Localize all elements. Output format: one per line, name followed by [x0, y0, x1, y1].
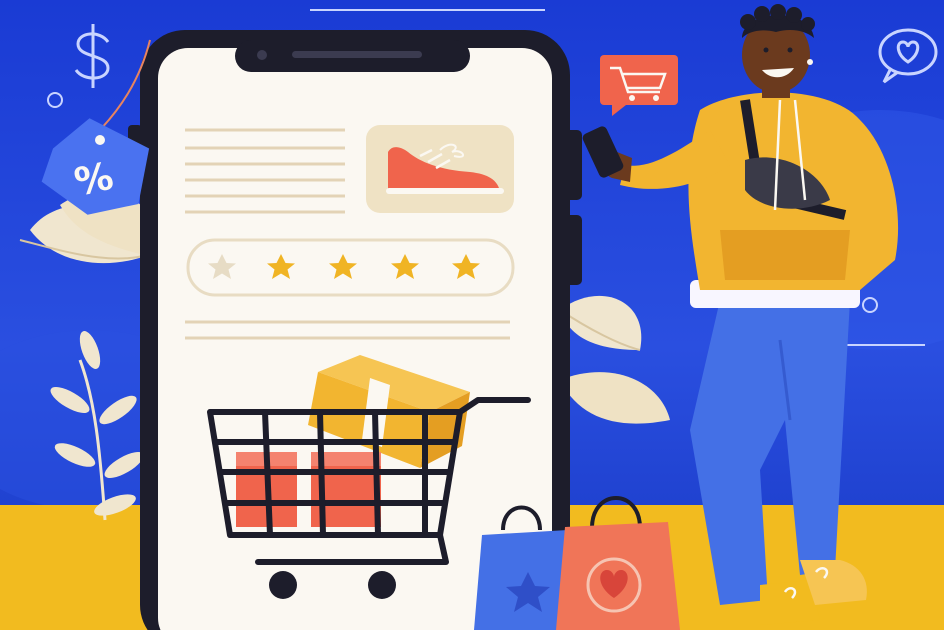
cart-wheel	[269, 571, 297, 599]
cart-wheel	[368, 571, 396, 599]
shopping-illustration: %	[0, 0, 944, 630]
product-card	[366, 125, 514, 213]
product-rating	[186, 238, 515, 297]
gift-box-icon	[236, 452, 381, 527]
